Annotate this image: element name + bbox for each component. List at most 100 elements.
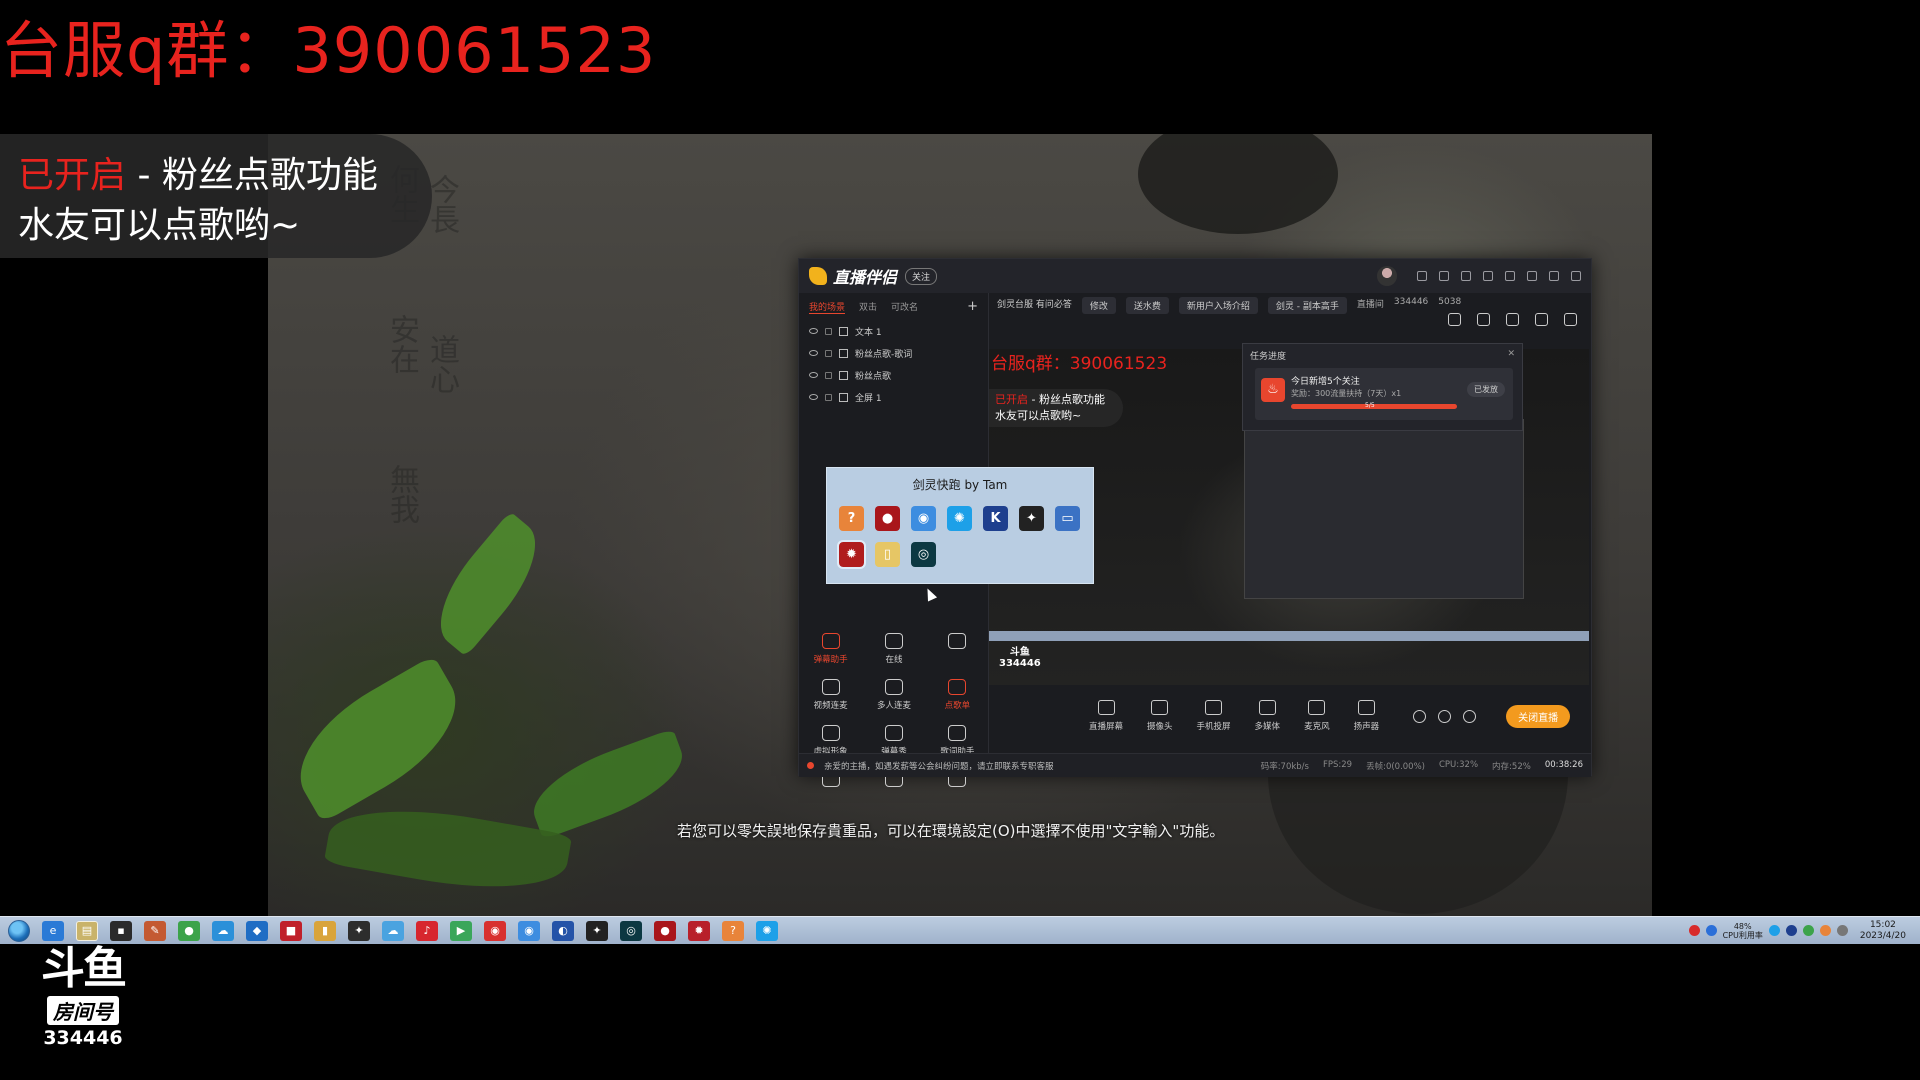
memory-usage: 内存:52% — [1492, 761, 1531, 772]
tool-item[interactable]: 视频连麦 — [799, 679, 862, 711]
folder-app-icon[interactable]: ▮ — [314, 920, 336, 941]
black-pin-icon[interactable]: ✦ — [1019, 506, 1044, 531]
teal-ring-icon[interactable]: ◎ — [911, 542, 936, 567]
control-button[interactable]: 摄像头 — [1147, 700, 1173, 732]
layer-item[interactable]: 文本 1 — [799, 320, 988, 342]
app-icon[interactable]: ? — [839, 506, 864, 531]
eye-icon[interactable] — [809, 394, 818, 400]
stream-icon[interactable]: ◐ — [552, 920, 574, 941]
play-icon[interactable]: ▶ — [450, 920, 472, 941]
screen-icon[interactable] — [1439, 271, 1449, 281]
sogou-icon[interactable] — [1688, 925, 1700, 936]
room-title[interactable]: 剑灵台服 有问必答 — [997, 297, 1072, 314]
unlock-icon[interactable] — [1477, 313, 1490, 326]
cloud2-icon[interactable]: ☁ — [382, 920, 404, 941]
tool-icon[interactable]: ✎ — [144, 920, 166, 941]
layout-icon[interactable] — [1461, 271, 1471, 281]
gift-icon[interactable] — [1448, 313, 1461, 326]
blue-orb-task-icon[interactable]: ✺ — [756, 920, 778, 941]
clock[interactable]: 15:02 2023/4/20 — [1860, 920, 1906, 942]
gear-icon[interactable] — [1463, 709, 1477, 723]
control-button[interactable]: 扬声器 — [1354, 700, 1379, 732]
record-icon[interactable] — [1413, 709, 1427, 723]
lock-icon[interactable] — [825, 371, 832, 379]
eye-icon[interactable] — [809, 350, 818, 356]
shield-icon[interactable] — [1802, 925, 1814, 936]
pin-task-icon[interactable]: ✦ — [586, 920, 608, 941]
network-icon[interactable] — [1768, 925, 1780, 936]
eye-icon[interactable] — [809, 372, 818, 378]
layer-item[interactable]: 粉丝点歌 — [799, 364, 988, 386]
share-icon[interactable] — [1564, 313, 1577, 326]
blue-orb-icon[interactable]: ✺ — [947, 506, 972, 531]
chrome-icon[interactable]: ◉ — [911, 506, 936, 531]
orange-task-icon[interactable]: ? — [722, 920, 744, 941]
task-claimed-button[interactable]: 已发放 — [1467, 382, 1505, 397]
red-emblem-icon[interactable]: ✹ — [837, 540, 866, 569]
add-scene-button[interactable]: + — [967, 299, 978, 314]
weibo-icon[interactable]: ◉ — [484, 920, 506, 941]
follow-badge[interactable]: 关注 — [905, 267, 938, 285]
k-icon[interactable]: K — [983, 506, 1008, 531]
start-button[interactable] — [8, 919, 30, 942]
blade-soul-icon[interactable]: ● — [875, 506, 900, 531]
ie-icon[interactable]: e — [42, 920, 64, 941]
control-button[interactable]: 手机投屏 — [1197, 700, 1231, 732]
control-button[interactable]: 麦克风 — [1304, 700, 1330, 732]
close-icon[interactable] — [1571, 271, 1581, 281]
notice-text[interactable]: 亲爱的主播，如遇发薪等公会纠纷问题，请立即联系专职客服 — [824, 760, 1054, 772]
close-icon[interactable]: ✕ — [1507, 349, 1515, 362]
lock-icon[interactable] — [825, 349, 832, 357]
ring-task-icon[interactable]: ◎ — [620, 920, 642, 941]
avatar[interactable] — [1377, 266, 1397, 286]
edit-title-button[interactable]: 修改 — [1081, 297, 1116, 314]
chip-new-user-intro[interactable]: 新用户入场介绍 — [1178, 297, 1258, 314]
tool-icon — [821, 725, 840, 741]
bns2-task-icon[interactable]: ✹ — [688, 920, 710, 941]
chip-water-fee[interactable]: 送水费 — [1125, 297, 1169, 314]
bell-icon[interactable] — [1535, 313, 1548, 326]
status-on-label: 已开启 — [18, 155, 127, 196]
layer-item[interactable]: 粉丝点歌-歌词 — [799, 342, 988, 364]
tab-double-click[interactable]: 双击 — [859, 300, 877, 313]
eye-icon[interactable] — [1438, 709, 1452, 723]
dark-app-icon[interactable]: ✦ — [348, 920, 370, 941]
lock-icon[interactable] — [825, 393, 832, 401]
maximize-icon[interactable] — [1549, 271, 1559, 281]
bns-task-icon[interactable]: ● — [654, 920, 676, 941]
tool-item[interactable]: 弹幕助手 — [799, 633, 862, 665]
control-button[interactable]: 直播屏幕 — [1089, 700, 1123, 732]
mail-icon[interactable] — [1417, 271, 1427, 281]
app-tray-icon[interactable] — [1785, 925, 1797, 936]
lock-icon[interactable] — [825, 327, 832, 335]
layer-item[interactable]: 全屏 1 — [799, 386, 988, 408]
window-icon[interactable]: ▭ — [1055, 506, 1080, 531]
blue-app-icon[interactable]: ◆ — [246, 920, 268, 941]
filter-icon[interactable] — [1483, 271, 1493, 281]
tool-item[interactable]: 点歌单 — [926, 679, 989, 711]
category-chip[interactable]: 剑灵 - 副本高手 — [1267, 297, 1347, 314]
close-live-button[interactable]: 关闭直播 — [1506, 704, 1571, 728]
music-icon[interactable]: ♪ — [416, 920, 438, 941]
minimize-icon[interactable] — [1527, 271, 1537, 281]
cloud-icon[interactable]: ☁ — [212, 920, 234, 941]
tab-rename[interactable]: 可改名 — [891, 300, 918, 313]
menu-icon[interactable] — [1505, 271, 1515, 281]
control-button[interactable]: 多媒体 — [1255, 700, 1280, 732]
panel-icon[interactable] — [1506, 313, 1519, 326]
live-controls: 直播屏幕 摄像头 手机投屏 多媒体 麦克风 扬声器 关闭直播 — [989, 685, 1593, 747]
green-app-icon[interactable]: ● — [178, 920, 200, 941]
update-icon[interactable] — [1819, 925, 1831, 936]
tool-item[interactable] — [926, 633, 989, 665]
tool-item[interactable]: 在线 — [862, 633, 925, 665]
volume-icon[interactable] — [1836, 925, 1848, 936]
red-app-icon[interactable]: ■ — [280, 920, 302, 941]
eye-icon[interactable] — [809, 328, 818, 334]
chrome-task-icon[interactable]: ◉ — [518, 920, 540, 941]
tab-my-scenes[interactable]: 我的场景 — [809, 300, 846, 314]
help-icon[interactable] — [1705, 925, 1717, 936]
terminal-icon[interactable]: ▪ — [110, 920, 132, 941]
explorer-icon[interactable]: ▤ — [76, 920, 98, 941]
folder-icon[interactable]: ▯ — [875, 542, 900, 567]
tool-item[interactable]: 多人连麦 — [862, 679, 925, 711]
